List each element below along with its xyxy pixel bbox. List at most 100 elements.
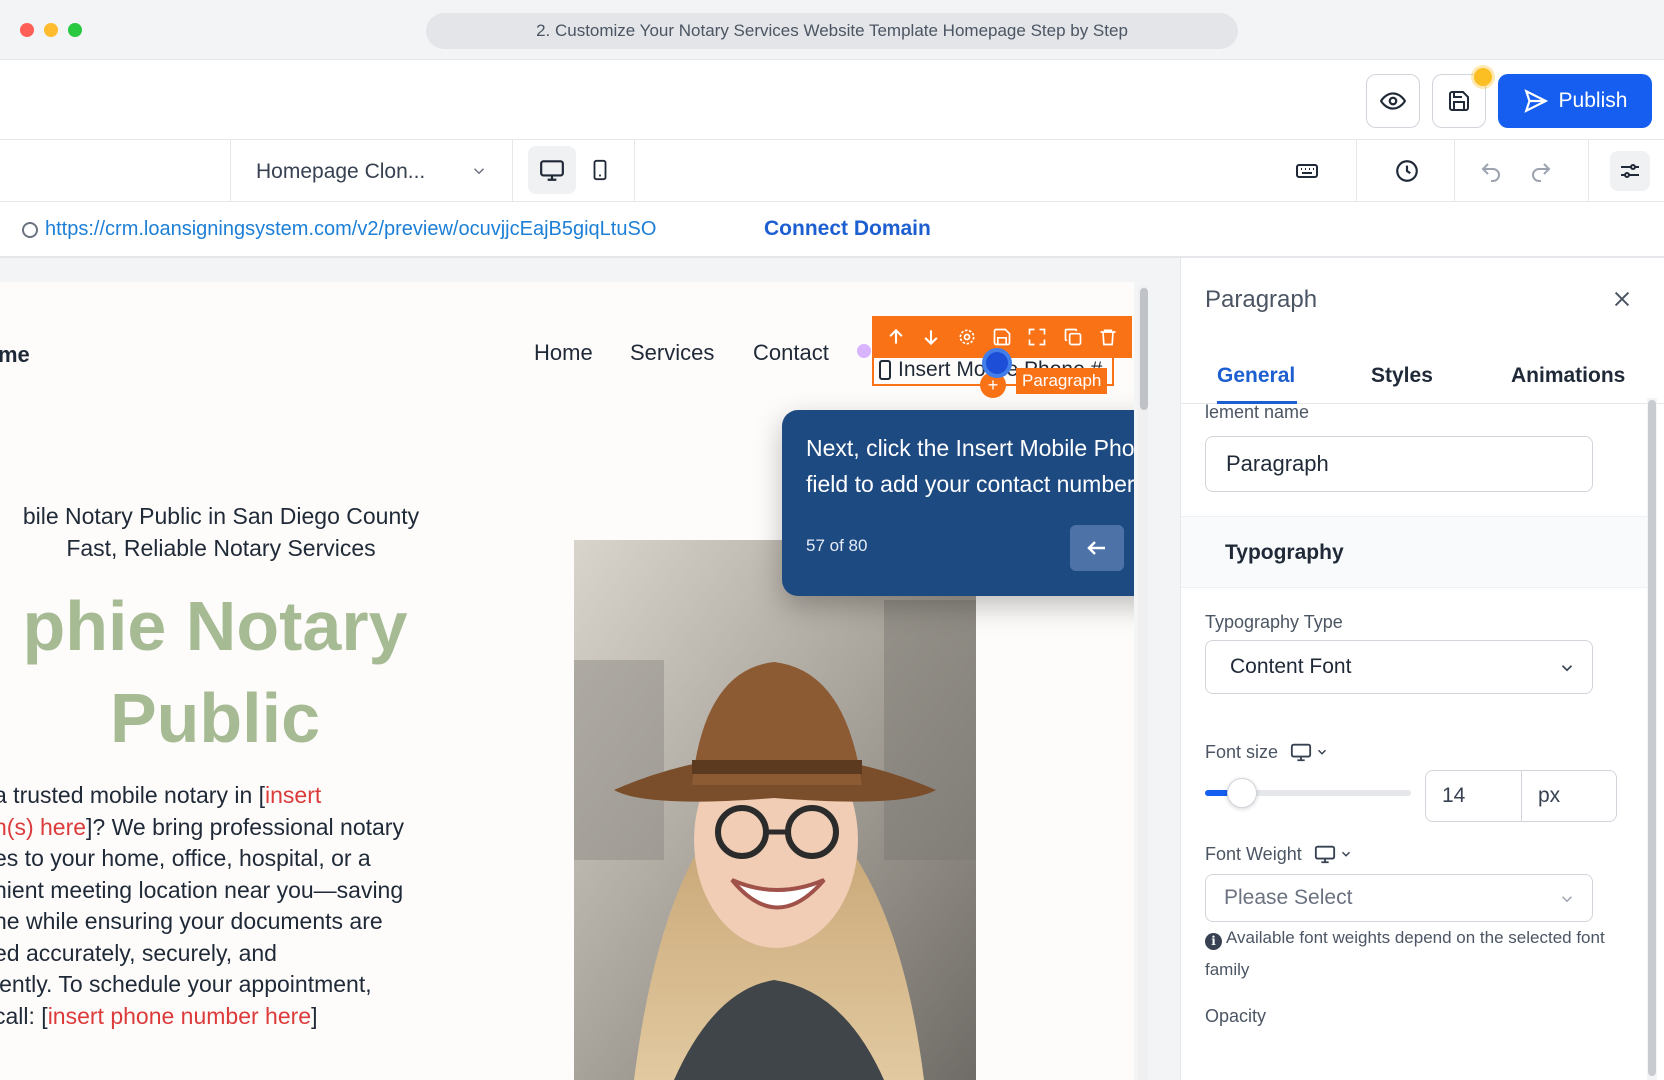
- duplicate-icon[interactable]: [1058, 322, 1088, 352]
- close-icon: [1614, 291, 1630, 307]
- typography-section-header[interactable]: Typography: [1181, 516, 1647, 588]
- font-size-input[interactable]: 14 px: [1425, 770, 1617, 822]
- sliders-icon: [1621, 164, 1639, 178]
- redo-icon: [1532, 163, 1551, 182]
- undo-icon: [1481, 163, 1500, 182]
- font-weight-label: Font Weight: [1205, 844, 1302, 864]
- hero-photo[interactable]: [574, 540, 976, 1080]
- eye-icon: [1380, 92, 1406, 110]
- chevron-down-icon: [1561, 896, 1573, 903]
- divider: [512, 140, 513, 202]
- tab-general[interactable]: General: [1217, 364, 1295, 388]
- editor-canvas: me Home Services Contact Insert Mobile P…: [0, 258, 1180, 1080]
- font-size-slider-handle[interactable]: [1227, 778, 1257, 808]
- action-bar: Publish: [0, 60, 1664, 140]
- panel-scroll-thumb[interactable]: [1648, 400, 1656, 1076]
- mobile-icon: [879, 360, 891, 380]
- body-line: call: [insert phone number here]: [0, 1001, 464, 1033]
- hero-title: phie Notary Public: [0, 580, 450, 764]
- history-icon: [1396, 160, 1418, 182]
- undo-button[interactable]: [1474, 154, 1508, 188]
- connect-domain-link[interactable]: Connect Domain: [764, 217, 931, 241]
- element-indicator: [857, 344, 871, 358]
- nav-item-contact[interactable]: Contact: [753, 340, 829, 366]
- gear-icon[interactable]: [952, 322, 982, 352]
- element-name-label: lement name: [1205, 402, 1310, 422]
- element-type-tag: Paragraph: [1016, 368, 1108, 394]
- typography-type-select[interactable]: Content Font: [1205, 640, 1593, 694]
- expand-icon[interactable]: [1022, 322, 1052, 352]
- hero-subtitle: bile Notary Public in San Diego County F…: [0, 500, 446, 564]
- move-up-icon[interactable]: [881, 322, 911, 352]
- redo-button[interactable]: [1524, 154, 1558, 188]
- tour-prev-button[interactable]: [1070, 525, 1124, 571]
- history-button[interactable]: [1390, 154, 1424, 188]
- window-title: 2. Customize Your Notary Services Websit…: [426, 13, 1238, 49]
- settings-button[interactable]: [1610, 151, 1650, 191]
- mobile-view-button[interactable]: [576, 146, 624, 194]
- font-size-value[interactable]: 14: [1426, 771, 1522, 821]
- typography-type-value: Content Font: [1230, 655, 1352, 678]
- app-window: 2. Customize Your Notary Services Websit…: [0, 0, 1664, 1080]
- font-weight-hint: i Available font weights depend on the se…: [1205, 922, 1625, 986]
- save-element-icon[interactable]: [987, 322, 1017, 352]
- site-brand[interactable]: me: [0, 342, 30, 368]
- nav-item-home[interactable]: Home: [534, 340, 593, 366]
- body-text: call: [: [0, 1002, 48, 1029]
- font-size-unit[interactable]: px: [1522, 771, 1616, 821]
- divider: [634, 140, 635, 202]
- chevron-down-icon: [1317, 749, 1327, 755]
- arrow-left-icon: [1087, 541, 1105, 555]
- keyboard-shortcuts-button[interactable]: [1290, 154, 1324, 188]
- publish-button[interactable]: Publish: [1498, 74, 1652, 128]
- tab-styles[interactable]: Styles: [1371, 364, 1433, 388]
- move-down-icon[interactable]: [916, 322, 946, 352]
- close-window-button[interactable]: [20, 23, 34, 37]
- settings-panel: Paragraph General Styles Animations leme…: [1180, 258, 1664, 1080]
- hero-title-line: phie Notary: [22, 587, 408, 665]
- divider: [230, 140, 231, 202]
- desktop-icon: [1290, 743, 1312, 762]
- click-target-marker: [982, 348, 1012, 378]
- info-icon: i: [1205, 932, 1222, 950]
- nav-item-services[interactable]: Services: [630, 340, 714, 366]
- title-bar: 2. Customize Your Notary Services Websit…: [0, 0, 1664, 60]
- desktop-view-button[interactable]: [528, 146, 576, 194]
- maximize-window-button[interactable]: [68, 23, 82, 37]
- keyboard-icon: [1296, 164, 1318, 178]
- divider: [1454, 140, 1455, 202]
- canvas-scroll-thumb[interactable]: [1140, 288, 1148, 410]
- preview-button[interactable]: [1366, 74, 1420, 128]
- body-line: iently. To schedule your appointment,: [0, 971, 372, 997]
- unsaved-indicator: [1474, 68, 1492, 86]
- preview-url-link[interactable]: https://crm.loansigningsystem.com/v2/pre…: [45, 218, 656, 241]
- element-name-input[interactable]: Paragraph: [1205, 436, 1593, 492]
- placeholder-text: n(s) here: [0, 813, 87, 840]
- body-text: ]: [311, 1002, 318, 1029]
- panel-title: Paragraph: [1205, 286, 1318, 313]
- mobile-icon: [593, 159, 607, 181]
- font-size-label: Font size: [1205, 742, 1278, 763]
- desktop-icon: [540, 160, 564, 181]
- page-selector[interactable]: Homepage Clon...: [256, 160, 425, 184]
- tour-step-count: 57 of 80: [806, 536, 868, 555]
- font-weight-device-toggle[interactable]: [1313, 843, 1353, 865]
- chevron-down-icon[interactable]: [470, 162, 488, 180]
- floppy-disk-icon: [1449, 91, 1469, 111]
- close-panel-button[interactable]: [1607, 284, 1637, 314]
- body-line: ed accurately, securely, and: [0, 939, 277, 966]
- font-weight-select[interactable]: Please Select: [1205, 874, 1593, 922]
- preview-url-bar: https://crm.loansigningsystem.com/v2/pre…: [0, 202, 1664, 258]
- font-size-label-text: Font size: [1205, 742, 1279, 762]
- divider: [1356, 140, 1357, 202]
- tab-animations[interactable]: Animations: [1511, 364, 1625, 388]
- font-size-device-toggle[interactable]: [1289, 741, 1329, 763]
- delete-icon[interactable]: [1093, 322, 1123, 352]
- placeholder-text: insert phone number here: [47, 1002, 312, 1029]
- body-line: a trusted mobile notary in [insert: [0, 780, 464, 812]
- section-title: Typography: [1225, 541, 1344, 564]
- divider: [1588, 140, 1589, 202]
- font-weight-placeholder: Please Select: [1224, 886, 1353, 909]
- minimize-window-button[interactable]: [44, 23, 58, 37]
- body-line: nient meeting location near you—saving: [0, 876, 404, 903]
